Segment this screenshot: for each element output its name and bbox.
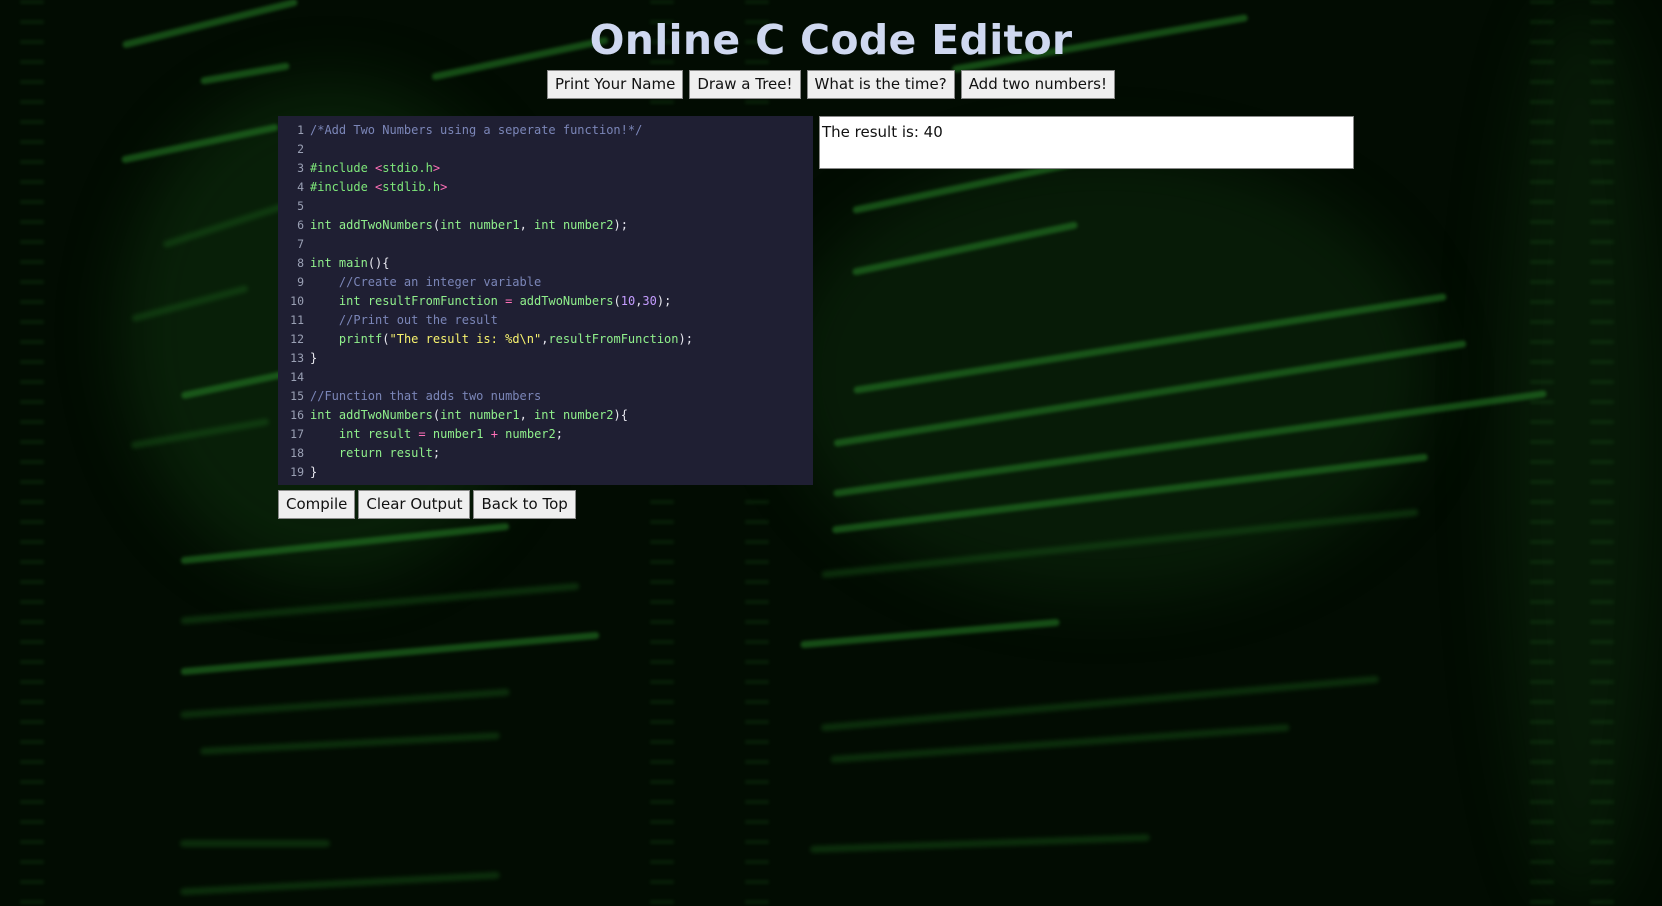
code-text: #include <stdlib.h> <box>310 180 448 194</box>
code-text: int addTwoNumbers(int number1, int numbe… <box>310 408 628 422</box>
code-line: 8 int main(){ <box>278 254 813 273</box>
code-line: 11 //Print out the result <box>278 311 813 330</box>
code-text: int main(){ <box>310 256 390 270</box>
code-text: printf("The result is: %d\n",resultFromF… <box>338 332 693 346</box>
example-buttons: Print Your Name Draw a Tree! What is the… <box>0 70 1662 99</box>
code-line: 14 <box>278 368 813 387</box>
page-title: Online C Code Editor <box>589 16 1073 64</box>
code-line: 18 return result; <box>278 444 813 463</box>
line-number: 10 <box>290 294 304 308</box>
code-line: 13} <box>278 349 813 368</box>
draw-a-tree-button[interactable]: Draw a Tree! <box>689 70 801 99</box>
back-to-top-button[interactable]: Back to Top <box>473 490 576 519</box>
line-number: 18 <box>290 446 304 460</box>
code-line: 2 <box>278 140 813 159</box>
line-number: 5 <box>297 199 304 213</box>
line-number: 15 <box>290 389 304 403</box>
clear-output-button[interactable]: Clear Output <box>358 490 471 519</box>
code-text: } <box>310 465 318 479</box>
code-line: 12 printf("The result is: %d\n",resultFr… <box>278 330 813 349</box>
code-text: //Print out the result <box>338 313 498 327</box>
line-number: 11 <box>290 313 304 327</box>
line-number: 16 <box>290 408 304 422</box>
code-line: 19} <box>278 463 813 482</box>
code-line: 7 <box>278 235 813 254</box>
code-line: 1 /*Add Two Numbers using a seperate func… <box>278 121 813 140</box>
code-text: #include <stdio.h> <box>310 161 441 175</box>
code-text: /*Add Two Numbers using a seperate funct… <box>310 123 643 137</box>
line-number: 4 <box>297 180 304 194</box>
code-line: 4 #include <stdlib.h> <box>278 178 813 197</box>
editor-actions: Compile Clear Output Back to Top <box>278 490 579 519</box>
line-number: 2 <box>297 142 304 156</box>
code-line: 5 <box>278 197 813 216</box>
line-number: 14 <box>290 370 304 384</box>
code-line: 16 int addTwoNumbers(int number1, int num… <box>278 406 813 425</box>
code-line: 6 int addTwoNumbers(int number1, int numb… <box>278 216 813 235</box>
line-number: 6 <box>297 218 304 232</box>
code-line: 15 //Function that adds two numbers <box>278 387 813 406</box>
code-text: return result; <box>338 446 441 460</box>
output-text: The result is: 40 <box>822 123 943 141</box>
line-number: 9 <box>297 275 304 289</box>
line-number: 7 <box>297 237 304 251</box>
line-number: 17 <box>290 427 304 441</box>
code-text: //Function that adds two numbers <box>310 389 542 403</box>
line-number: 1 <box>297 123 304 137</box>
line-number: 13 <box>290 351 304 365</box>
line-number: 19 <box>290 465 304 479</box>
line-number: 3 <box>297 161 304 175</box>
code-text: int addTwoNumbers(int number1, int numbe… <box>310 218 628 232</box>
code-line: 10 int resultFromFunction = addTwoNumber… <box>278 292 813 311</box>
code-text: int resultFromFunction = addTwoNumbers(1… <box>338 294 672 308</box>
code-text: //Create an integer variable <box>338 275 542 289</box>
what-is-the-time-button[interactable]: What is the time? <box>806 70 955 99</box>
output-panel: The result is: 40 <box>819 116 1354 169</box>
code-line: 17 int result = number1 + number2; <box>278 425 813 444</box>
code-editor[interactable]: 1 /*Add Two Numbers using a seperate func… <box>278 116 813 485</box>
add-two-numbers-button[interactable]: Add two numbers! <box>960 70 1115 99</box>
code-text: } <box>310 351 318 365</box>
line-number: 8 <box>297 256 304 270</box>
code-text: int result = number1 + number2; <box>338 427 563 441</box>
compile-button[interactable]: Compile <box>278 490 356 519</box>
code-line: 9 //Create an integer variable <box>278 273 813 292</box>
line-number: 12 <box>290 332 304 346</box>
code-line: 3 #include <stdio.h> <box>278 159 813 178</box>
print-your-name-button[interactable]: Print Your Name <box>547 70 684 99</box>
